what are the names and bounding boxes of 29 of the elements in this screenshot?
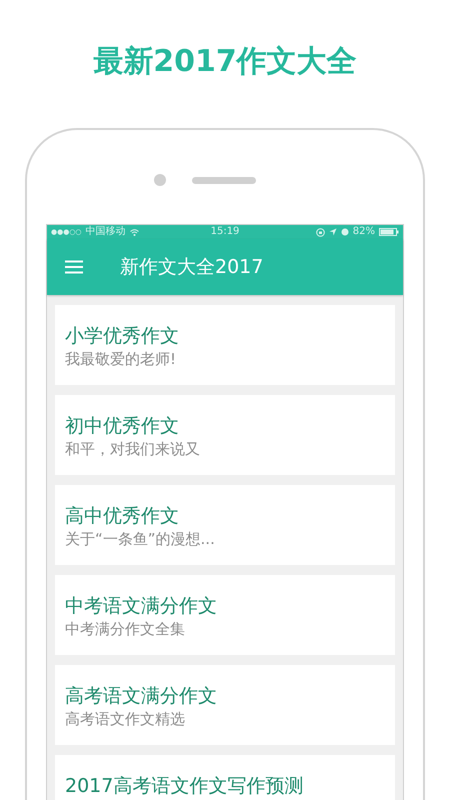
article-card[interactable]: 高中优秀作文 关于“一条鱼”的漫想... [55, 485, 395, 565]
article-title: 中考语文满分作文 [65, 594, 218, 619]
camera-dot [154, 174, 166, 186]
article-card[interactable]: 初中优秀作文 和平，对我们来说又 [55, 395, 395, 475]
menu-button[interactable] [64, 259, 84, 275]
article-summary: 关于“一条鱼”的漫想... [65, 529, 216, 549]
article-title: 2017高考语文作文写作预测 [65, 774, 304, 799]
article-summary: 中考满分作文全集 [65, 619, 186, 639]
status-time: 15:19 [210, 225, 240, 239]
promo-headline: 最新2017作文大全 [93, 43, 357, 81]
battery-icon [379, 228, 400, 236]
lock-rotation-icon [316, 228, 325, 236]
battery-percent: 82% [352, 225, 376, 239]
carrier-name: 中国移动 [86, 225, 126, 239]
article-title: 小学优秀作文 [65, 324, 180, 349]
article-card[interactable]: 高考语文满分作文 高考语文作文精选 [55, 665, 395, 745]
article-title: 高中优秀作文 [65, 504, 180, 529]
article-card[interactable]: 中考语文满分作文 中考满分作文全集 [55, 575, 395, 655]
article-summary: 高考语文作文精选 [65, 709, 186, 729]
article-summary: 和平，对我们来说又 [65, 439, 201, 459]
article-title: 高考语文满分作文 [65, 684, 218, 709]
article-card[interactable]: 小学优秀作文 我最敬爱的老师! [55, 305, 395, 385]
app-title: 新作文大全2017 [120, 255, 264, 280]
article-summary: 我最敬爱的老师! [65, 349, 178, 369]
location-arrow-icon [328, 228, 337, 236]
speaker-slot [192, 176, 256, 184]
wifi-icon [130, 228, 139, 236]
article-card[interactable]: 2017高考语文作文写作预测 [55, 755, 395, 800]
article-title: 初中优秀作文 [65, 414, 180, 439]
